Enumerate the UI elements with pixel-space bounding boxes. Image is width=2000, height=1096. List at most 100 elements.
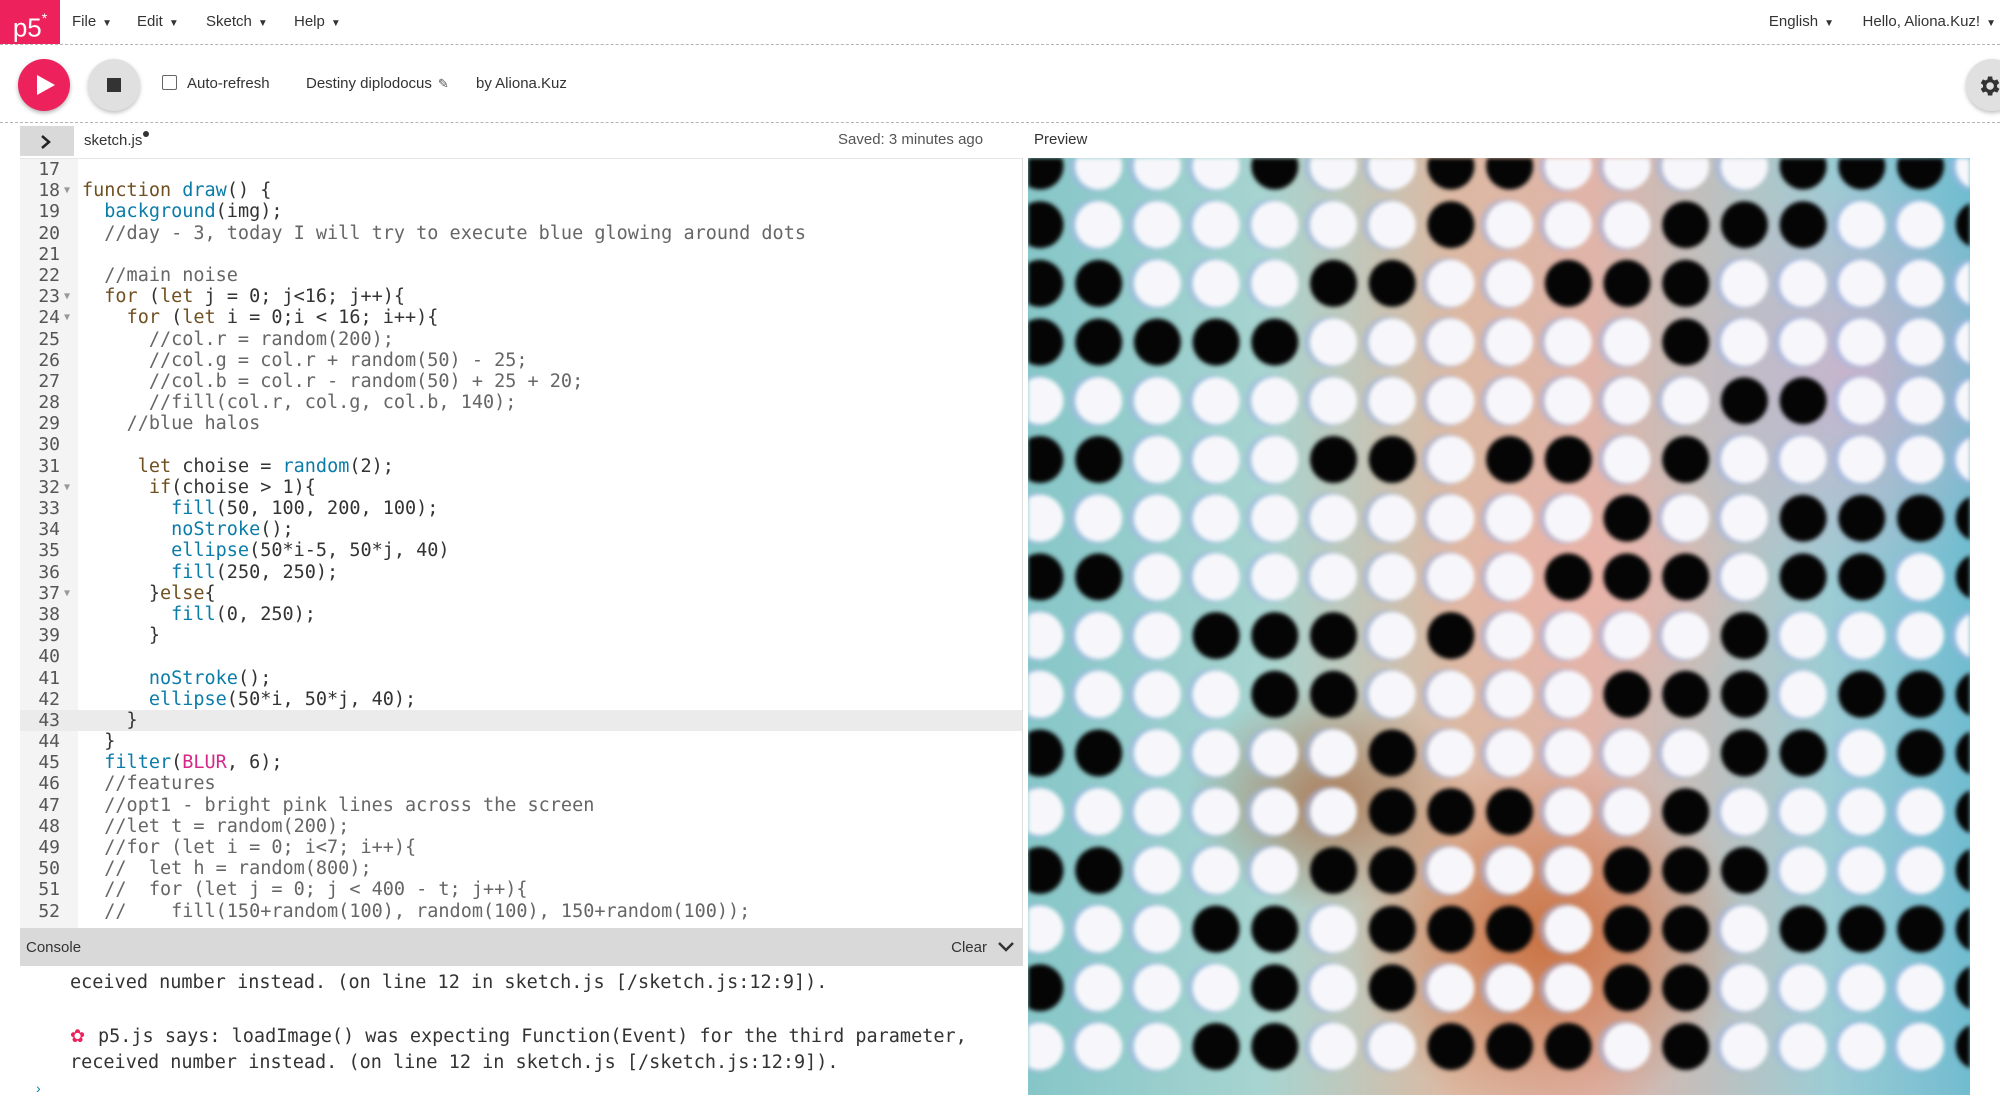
white-dot [1720, 436, 1768, 483]
white-dot [1427, 377, 1475, 425]
code-text: filter(BLUR, 6); [104, 752, 283, 774]
code-line[interactable]: 34 noStroke(); [20, 519, 1023, 540]
code-line[interactable]: 17 [20, 159, 1023, 180]
white-dot [1427, 846, 1475, 894]
sketch-preview-canvas[interactable] [1028, 158, 1970, 1095]
code-line[interactable]: 37 ▼ }else{ [20, 583, 1023, 604]
code-line[interactable]: 23 ▼ for (let j = 0; j<16; j++){ [20, 286, 1023, 307]
white-dot [1838, 846, 1886, 894]
code-line[interactable]: 20 //day - 3, today I will try to execut… [20, 223, 1023, 244]
code-line[interactable]: 47 //opt1 - bright pink lines across the… [20, 795, 1023, 816]
code-editor[interactable]: 17 18 ▼ function draw() {19 background(img)… [20, 158, 1023, 929]
code-line[interactable]: 46 //features [20, 773, 1023, 794]
white-dot [1133, 436, 1181, 483]
white-dot [1720, 259, 1768, 307]
black-dot [1028, 846, 1064, 894]
sketch-owner[interactable]: by Aliona.Kuz [476, 75, 567, 92]
menu-file[interactable]: File ▼ [72, 0, 112, 44]
code-line[interactable]: 18 ▼ function draw() { [20, 180, 1023, 201]
code-line[interactable]: 30 [20, 434, 1023, 455]
white-dot [1251, 201, 1299, 249]
white-dot [1897, 201, 1944, 249]
language-menu[interactable]: English ▼ [1769, 0, 1834, 44]
black-dot [1544, 1023, 1592, 1070]
p5-logo[interactable]: p5* [0, 0, 60, 44]
play-button[interactable] [18, 59, 70, 111]
auto-refresh-toggle[interactable]: Auto-refresh [162, 75, 270, 95]
stop-button[interactable] [88, 59, 140, 111]
console-clear-button[interactable]: Clear [951, 939, 987, 956]
white-dot [1486, 612, 1534, 660]
black-dot [1368, 729, 1416, 777]
fold-arrow-icon[interactable]: ▼ [64, 180, 70, 201]
black-dot [1897, 494, 1944, 542]
code-line[interactable]: 50 // let h = random(800); [20, 858, 1023, 879]
code-line[interactable]: 36 fill(250, 250); [20, 562, 1023, 583]
auto-refresh-checkbox[interactable] [162, 75, 177, 90]
code-line[interactable]: 33 fill(50, 100, 200, 100); [20, 498, 1023, 519]
white-dot [1427, 494, 1475, 542]
black-dot [1486, 1023, 1534, 1070]
code-line[interactable]: 35 ellipse(50*i-5, 50*j, 40) [20, 540, 1023, 561]
line-number: 35 [38, 540, 60, 562]
code-line[interactable]: 52 // fill(150+random(100), random(100),… [20, 901, 1023, 922]
sidebar-toggle-button[interactable] [20, 126, 74, 156]
line-number: 25 [38, 328, 60, 350]
white-dot [1720, 788, 1768, 836]
code-line[interactable]: 39 } [20, 625, 1023, 646]
fold-arrow-icon[interactable]: ▼ [64, 286, 70, 307]
pencil-icon[interactable]: ✎ [438, 76, 449, 92]
code-lines[interactable]: 17 18 ▼ function draw() {19 background(img)… [20, 159, 1023, 922]
white-dot [1133, 846, 1181, 894]
sketch-name[interactable]: Destiny diplodocus ✎ [306, 75, 449, 92]
code-line[interactable]: 31 let choise = random(2); [20, 456, 1023, 477]
language-label: English [1768, 13, 1819, 30]
menu-edit[interactable]: Edit ▼ [137, 0, 179, 44]
line-number: 38 [38, 603, 60, 625]
black-dot [1838, 494, 1886, 542]
line-number: 40 [38, 646, 60, 668]
code-line[interactable]: 32 ▼ if(choise > 1){ [20, 477, 1023, 498]
settings-button[interactable] [1966, 59, 2000, 111]
code-line[interactable]: 49 //for (let i = 0; i<7; i++){ [20, 837, 1023, 858]
code-line[interactable]: 40 [20, 646, 1023, 667]
white-dot [1028, 905, 1064, 953]
sketch-name-label: Destiny diplodocus [306, 75, 432, 92]
code-line[interactable]: 45 filter(BLUR, 6); [20, 752, 1023, 773]
black-dot [1603, 553, 1651, 601]
console-panel: Console Clear eceived number instead. (o… [20, 928, 1023, 1096]
code-text: //blue halos [126, 413, 261, 435]
code-line[interactable]: 22 //main noise [20, 265, 1023, 286]
code-line[interactable]: 26 //col.g = col.r + random(50) - 25; [20, 350, 1023, 371]
code-line[interactable]: 41 noStroke(); [20, 668, 1023, 689]
line-number: 29 [38, 413, 60, 435]
code-line[interactable]: 42 ellipse(50*i, 50*j, 40); [20, 689, 1023, 710]
line-number: 52 [38, 900, 60, 922]
code-line[interactable]: 21 [20, 244, 1023, 265]
menu-help[interactable]: Help ▼ [294, 0, 341, 44]
code-line[interactable]: 25 //col.r = random(200); [20, 329, 1023, 350]
caret-down-icon: ▼ [168, 18, 179, 29]
code-line[interactable]: 38 fill(0, 250); [20, 604, 1023, 625]
code-line[interactable]: 29 //blue halos [20, 413, 1023, 434]
logo-text: p5 [12, 12, 42, 43]
chevron-down-icon[interactable] [997, 940, 1015, 954]
white-dot [1133, 377, 1181, 425]
file-tab-sketch-js[interactable]: sketch.js [84, 131, 150, 149]
fold-arrow-icon[interactable]: ▼ [64, 477, 70, 498]
user-menu[interactable]: Hello, Aliona.Kuz! ▼ [1863, 0, 1996, 44]
code-line[interactable]: 28 //fill(col.r, col.g, col.b, 140); [20, 392, 1023, 413]
menu-sketch[interactable]: Sketch ▼ [206, 0, 268, 44]
code-line[interactable]: 27 //col.b = col.r - random(50) + 25 + 2… [20, 371, 1023, 392]
console-prompt-icon[interactable]: › [36, 1080, 41, 1096]
code-line[interactable]: 24 ▼ for (let i = 0;i < 16; i++){ [20, 307, 1023, 328]
fold-arrow-icon[interactable]: ▼ [64, 307, 70, 328]
code-line[interactable]: 43 } [20, 709, 1023, 732]
code-line[interactable]: 51 // for (let j = 0; j < 400 - t; j++){ [20, 879, 1023, 900]
code-line[interactable]: 44 } [20, 731, 1023, 752]
code-line[interactable]: 19 background(img); [20, 201, 1023, 222]
fold-arrow-icon[interactable]: ▼ [64, 583, 70, 604]
code-line[interactable]: 48 //let t = random(200); [20, 816, 1023, 837]
white-dot [1192, 494, 1240, 542]
white-dot [1897, 436, 1944, 483]
